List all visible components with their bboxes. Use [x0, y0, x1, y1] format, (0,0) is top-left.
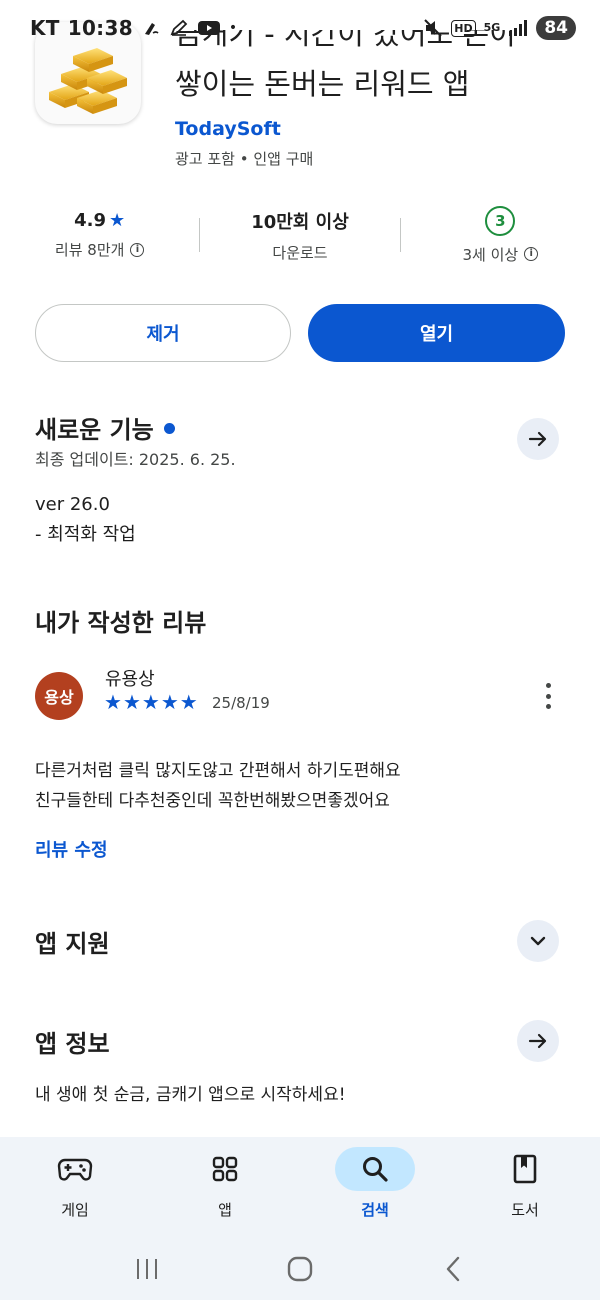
- stat-rating[interactable]: 4.9 ★ 리뷰 8만개 i: [0, 200, 199, 270]
- stat-downloads: 10만회 이상 다운로드: [200, 200, 399, 270]
- gesture-icon: [141, 18, 161, 38]
- review-body: 다른거처럼 클릭 많지도않고 간편해서 하기도편해요 친구들한테 다추천중인데 …: [35, 756, 401, 816]
- whats-new-arrow-button[interactable]: [517, 418, 559, 460]
- downloads-value: 10만회 이상: [251, 211, 349, 233]
- developer-link[interactable]: TodaySoft: [175, 118, 281, 140]
- nav-label: 도서: [511, 1201, 539, 1219]
- mute-icon: [423, 18, 443, 38]
- nav-item-apps[interactable]: 앱: [150, 1137, 300, 1237]
- gamepad-icon: [57, 1158, 93, 1181]
- age-label-row: 3세 이상 i: [462, 244, 539, 265]
- status-right: HD 5G 84: [423, 16, 576, 40]
- review-line: 친구들한테 다추천중인데 꼭한번해봤으면좋겠어요: [35, 791, 390, 811]
- app-support-heading[interactable]: 앱 지원: [35, 924, 110, 959]
- search-icon: [363, 1157, 388, 1182]
- info-icon: i: [524, 247, 539, 261]
- my-review-heading: 내가 작성한 리뷰: [35, 609, 207, 637]
- status-time: 10:38: [67, 16, 133, 40]
- last-updated: 최종 업데이트: 2025. 6. 25.: [35, 450, 236, 469]
- nav-item-books[interactable]: 도서: [450, 1137, 600, 1237]
- nav-icon-container: [335, 1147, 415, 1191]
- star-icon: ★: [141, 690, 160, 714]
- book-icon: [513, 1154, 537, 1184]
- app-support-expand-button[interactable]: [517, 920, 559, 962]
- uninstall-button[interactable]: 제거: [35, 304, 291, 362]
- system-navigation-bar: [0, 1237, 600, 1300]
- hd-icon: HD: [451, 19, 476, 37]
- age-rating-badge: 3: [485, 205, 516, 236]
- age-label: 3세 이상: [462, 245, 519, 264]
- review-stars: ★ ★ ★ ★ ★: [104, 690, 198, 714]
- app-info-heading: 앱 정보: [35, 1030, 110, 1058]
- status-bar: KT 10:38 • HD 5G 84: [0, 0, 600, 56]
- nav-icon-container: [185, 1147, 265, 1191]
- edit-review-link[interactable]: 리뷰 수정: [35, 836, 108, 862]
- arrow-right-icon: [528, 1033, 547, 1049]
- review-line: 다른거처럼 클릭 많지도않고 간편해서 하기도편해요: [35, 761, 401, 781]
- arrow-right-icon: [528, 431, 547, 447]
- app-info-arrow-button[interactable]: [517, 1020, 559, 1062]
- review-date: 25/8/19: [212, 694, 270, 712]
- signal-icon: [508, 19, 528, 37]
- downloads-label: 다운로드: [272, 243, 328, 262]
- version-text: ver 26.0: [35, 494, 110, 515]
- app-title-line2: 쌓이는 돈버는 리워드 앱: [175, 67, 470, 101]
- star-icon: ★: [122, 690, 141, 714]
- info-icon: i: [130, 242, 145, 257]
- rating-value: 4.9: [74, 210, 107, 231]
- hd-label: HD: [454, 21, 473, 35]
- review-count: 리뷰 8만개: [54, 241, 125, 259]
- home-button[interactable]: [270, 1249, 330, 1289]
- stat-age-rating[interactable]: 3 3세 이상 i: [401, 200, 600, 270]
- back-button[interactable]: [423, 1249, 483, 1289]
- network-5g-icon: 5G: [483, 21, 501, 34]
- home-icon: [287, 1256, 313, 1281]
- reviewer-name: 유용상: [105, 669, 155, 690]
- network-label: 5G: [483, 21, 501, 34]
- rating-count-row: 리뷰 8만개 i: [55, 239, 145, 260]
- chevron-down-icon: [530, 936, 546, 946]
- more-options-icon[interactable]: [536, 680, 560, 712]
- nav-item-search[interactable]: 검색: [300, 1137, 450, 1237]
- nav-icon-container: [485, 1147, 565, 1191]
- carrier-label: KT: [30, 16, 60, 40]
- star-icon: ★: [160, 690, 179, 714]
- app-description: 내 생애 첫 순금, 금캐기 앱으로 시작하세요!: [35, 1085, 346, 1105]
- recents-button[interactable]: [117, 1249, 177, 1289]
- open-button[interactable]: 열기: [308, 304, 565, 362]
- nav-label: 검색: [361, 1201, 389, 1219]
- pencil-icon: [169, 18, 189, 38]
- nav-label: 앱: [218, 1201, 232, 1219]
- star-icon: ★: [104, 690, 122, 714]
- bottom-navigation: 게임 앱 검색 도서: [0, 1137, 600, 1237]
- app-meta: 광고 포함 • 인앱 구매: [175, 150, 314, 168]
- whats-new-heading: 새로운 기능: [35, 410, 175, 445]
- status-left: KT 10:38 •: [30, 16, 237, 40]
- youtube-icon: [197, 19, 221, 37]
- nav-item-games[interactable]: 게임: [0, 1137, 150, 1237]
- battery-indicator: 84: [536, 16, 576, 40]
- nav-icon-container: [35, 1147, 115, 1191]
- rating-value-row: 4.9 ★: [74, 210, 125, 231]
- avatar: 용상: [35, 672, 83, 720]
- recents-icon: [136, 1258, 157, 1279]
- apps-grid-icon: [212, 1156, 238, 1182]
- notification-dot: •: [228, 20, 238, 36]
- star-icon: ★: [109, 210, 126, 231]
- whats-new-title: 새로운 기능: [35, 416, 154, 444]
- nav-label: 게임: [61, 1201, 89, 1219]
- star-icon: ★: [179, 690, 198, 714]
- back-icon: [447, 1256, 460, 1281]
- stats-row: 4.9 ★ 리뷰 8만개 i 10만회 이상 다운로드 3 3세 이상 i: [0, 200, 600, 270]
- release-notes: - 최적화 작업: [35, 524, 136, 545]
- new-indicator-dot: [163, 422, 175, 434]
